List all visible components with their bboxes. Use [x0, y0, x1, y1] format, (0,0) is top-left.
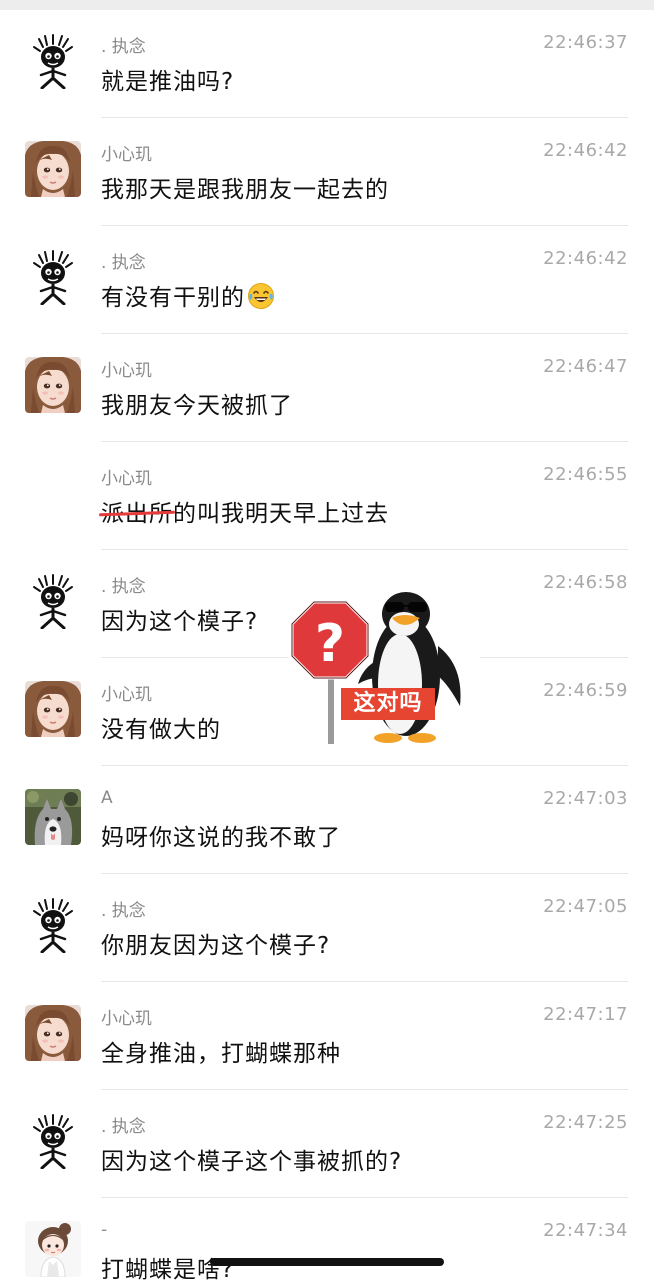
message-text: 没有做大的 [101, 717, 221, 743]
message-time: 22:46:47 [543, 356, 628, 377]
sender-name: 小心玑 [101, 1009, 152, 1029]
sender-name: . 执念 [101, 577, 146, 597]
laughing-tears-emoji-icon [248, 283, 274, 309]
sender-name: . 执念 [101, 1117, 146, 1137]
avatar-girl[interactable] [25, 357, 81, 413]
home-indicator[interactable] [210, 1258, 444, 1266]
sender-name: 小心玑 [101, 361, 152, 381]
avatar-girl[interactable] [25, 1005, 81, 1061]
chat-message[interactable]: 小心玑 22:46:42 我那天是跟我朋友一起去的 [0, 118, 654, 226]
message-time: 22:46:42 [543, 140, 628, 161]
message-time: 22:46:55 [543, 464, 628, 485]
message-text: 全身推油，打蝴蝶那种 [101, 1041, 341, 1067]
avatar-stick-figure[interactable] [25, 573, 81, 629]
message-text: 就是推油吗? [101, 69, 235, 95]
avatar-stick-figure[interactable] [25, 897, 81, 953]
sticker-caption: 这对吗 [341, 688, 435, 720]
message-text-rest: 的叫我明天早上过去 [173, 501, 389, 527]
sender-name: . 执念 [101, 901, 146, 921]
chat-message[interactable]: 小心玑 22:46:55 派出所的叫我明天早上过去 [0, 442, 654, 550]
message-text: 妈呀你这说的我不敢了 [101, 825, 341, 851]
message-text: 我那天是跟我朋友一起去的 [101, 177, 389, 203]
top-bar-strip [0, 0, 654, 10]
avatar-dog[interactable] [25, 789, 81, 845]
chat-message[interactable]: . 执念 22:46:37 就是推油吗? [0, 10, 654, 118]
chat-message[interactable]: . 执念 22:47:05 你朋友因为这个模子? [0, 874, 654, 982]
message-time: 22:47:17 [543, 1004, 628, 1025]
avatar-girl[interactable] [25, 681, 81, 737]
message-text-content: 有没有干别的 [101, 285, 245, 311]
avatar-stick-figure[interactable] [25, 1113, 81, 1169]
sender-name: . 执念 [101, 37, 146, 57]
sender-name: 小心玑 [101, 685, 152, 705]
message-time: 22:46:59 [543, 680, 628, 701]
message-text: 派出所的叫我明天早上过去 [101, 494, 389, 528]
sender-name: 小心玑 [101, 145, 152, 165]
message-text: 有没有干别的 [101, 278, 275, 312]
chat-message[interactable]: - 22:47:34 打蝴蝶是啥? [0, 1198, 654, 1280]
message-time: 22:47:05 [543, 896, 628, 917]
message-text: 因为这个模子这个事被抓的? [101, 1149, 403, 1175]
chat-message[interactable]: 小心玑 22:47:17 全身推油，打蝴蝶那种 [0, 982, 654, 1090]
message-text: 因为这个模子? [101, 609, 259, 635]
avatar-stick-figure[interactable] [25, 249, 81, 305]
message-text: 我朋友今天被抓了 [101, 393, 293, 419]
message-time: 22:47:34 [543, 1220, 628, 1241]
sender-name: A [101, 788, 113, 808]
sender-name: 小心玑 [101, 469, 152, 489]
chat-message[interactable]: . 执念 22:47:25 因为这个模子这个事被抓的? [0, 1090, 654, 1198]
sender-name: - [101, 1220, 108, 1240]
message-time: 22:46:58 [543, 572, 628, 593]
chat-message[interactable]: . 执念 22:46:42 有没有干别的 [0, 226, 654, 334]
chat-message[interactable]: 小心玑 22:46:47 我朋友今天被抓了 [0, 334, 654, 442]
sender-name: . 执念 [101, 253, 146, 273]
message-time: 22:47:03 [543, 788, 628, 809]
message-text: 你朋友因为这个模子? [101, 933, 331, 959]
chat-message[interactable]: A 22:47:03 妈呀你这说的我不敢了 [0, 766, 654, 874]
message-time: 22:46:37 [543, 32, 628, 53]
struck-through-text: 派出所 [101, 494, 173, 528]
message-time: 22:46:42 [543, 248, 628, 269]
avatar-girl[interactable] [25, 141, 81, 197]
avatar-doll[interactable] [25, 1221, 81, 1277]
sign-question-mark: ? [315, 614, 345, 674]
penguin-sign-illustration: ? [290, 592, 461, 744]
message-time: 22:47:25 [543, 1112, 628, 1133]
avatar-stick-figure[interactable] [25, 33, 81, 89]
penguin-sticker: ? 这对吗 [288, 566, 480, 756]
